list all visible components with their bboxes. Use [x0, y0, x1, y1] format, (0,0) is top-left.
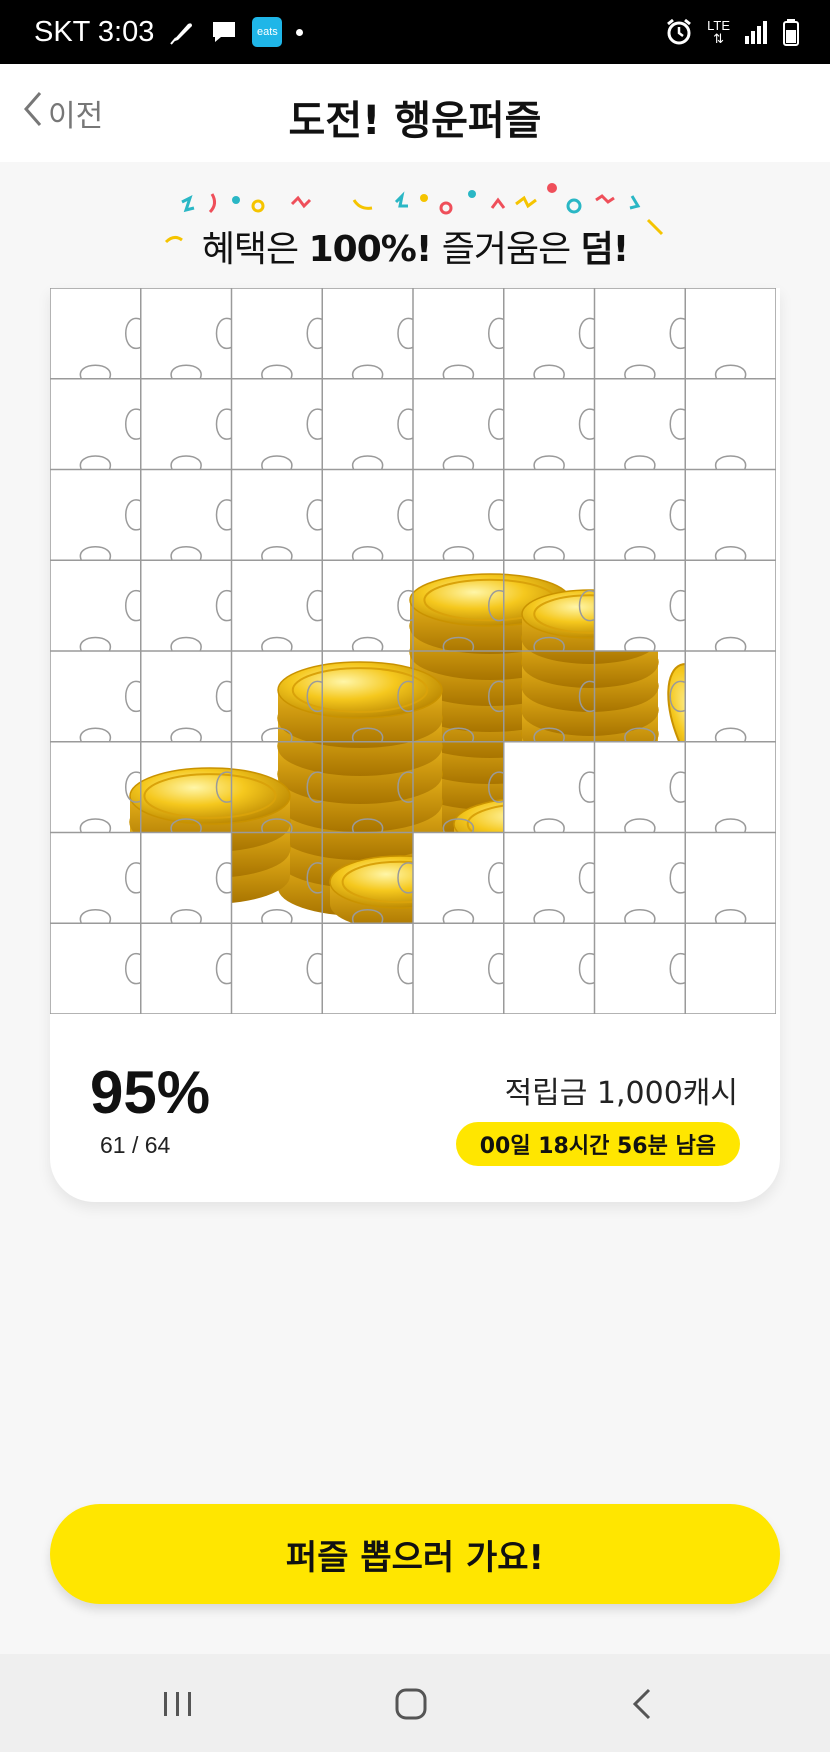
- recent-apps-button[interactable]: [150, 1676, 206, 1732]
- puzzle-knob: [488, 408, 505, 440]
- puzzle-knob: [306, 499, 323, 531]
- eats-app-icon: eats: [252, 17, 283, 47]
- progress-percent: 95%: [90, 1059, 211, 1126]
- puzzle-knob: [442, 455, 475, 470]
- puzzle-knob: [397, 408, 414, 440]
- home-icon: [395, 1688, 427, 1720]
- puzzle-knob: [351, 546, 384, 561]
- promo-banner: 혜택은 100%! 즐거움은 덤!: [160, 178, 670, 278]
- puzzle-tile: [50, 923, 142, 1014]
- puzzle-knob: [442, 546, 475, 561]
- banner-headline: 혜택은 100%! 즐거움은 덤!: [201, 229, 629, 270]
- puzzle-knob: [215, 680, 232, 713]
- puzzle-card: 95% 61 / 64 적립금 1,000캐시 00일 18시간 56분 남음: [50, 288, 780, 1202]
- back-icon: [632, 1688, 651, 1720]
- signal-icon: [744, 19, 768, 45]
- puzzle-knob: [215, 589, 232, 622]
- puzzle-tile: [594, 923, 686, 1014]
- progress-count: 61 / 64: [100, 1132, 171, 1158]
- puzzle-knob: [533, 546, 565, 561]
- puzzle-knob: [488, 317, 505, 350]
- puzzle-board: [50, 288, 776, 1014]
- home-button[interactable]: [383, 1676, 439, 1732]
- puzzle-knob: [261, 909, 293, 924]
- system-navigation-bar: [0, 1654, 830, 1752]
- puzzle-knob: [442, 364, 475, 380]
- puzzle-knob: [170, 636, 202, 652]
- puzzle-tile: [140, 923, 232, 1014]
- puzzle-knob: [306, 589, 323, 622]
- alarm-icon: [665, 18, 693, 46]
- puzzle-knob: [261, 636, 293, 652]
- puzzle-tile: [231, 923, 323, 1014]
- draw-puzzle-button[interactable]: 퍼즐 뽑으러 가요!: [50, 1504, 780, 1604]
- puzzle-knob: [397, 317, 414, 350]
- puzzle-tile: [322, 923, 414, 1014]
- message-icon: [210, 19, 238, 45]
- lte-indicator: LTE ⇅: [707, 18, 730, 46]
- carrier-time: SKT 3:03: [34, 15, 155, 48]
- puzzle-knob: [397, 499, 414, 531]
- reward-amount: 적립금 1,000캐시: [504, 1076, 738, 1111]
- puzzle-knob: [488, 499, 505, 531]
- puzzle-knob: [79, 727, 112, 743]
- puzzle-tile: [685, 923, 776, 1014]
- puzzle-knob: [170, 727, 202, 743]
- puzzle-knob: [578, 499, 595, 531]
- status-bar: SKT 3:03 eats LTE ⇅: [0, 0, 830, 64]
- page-title: 도전! 행운퍼즐: [288, 98, 542, 144]
- notification-dot-icon: [296, 28, 304, 36]
- puzzle-knob: [79, 818, 112, 833]
- coin: [277, 661, 443, 748]
- puzzle-knob: [351, 636, 384, 652]
- feather-icon: [168, 18, 196, 46]
- back-nav-button[interactable]: [615, 1676, 671, 1732]
- puzzle-knob: [125, 680, 142, 713]
- time-remaining-badge: 00일 18시간 56분 남음: [455, 1122, 740, 1166]
- puzzle-knob: [351, 364, 384, 380]
- app-header: 이전 도전! 행운퍼즐: [0, 64, 830, 162]
- puzzle-knob: [261, 546, 293, 561]
- recent-apps-icon: [164, 1692, 191, 1716]
- battery-icon: [782, 18, 800, 46]
- puzzle-tile: [503, 923, 595, 1014]
- puzzle-tile: [413, 923, 505, 1014]
- puzzle-knob: [351, 455, 384, 470]
